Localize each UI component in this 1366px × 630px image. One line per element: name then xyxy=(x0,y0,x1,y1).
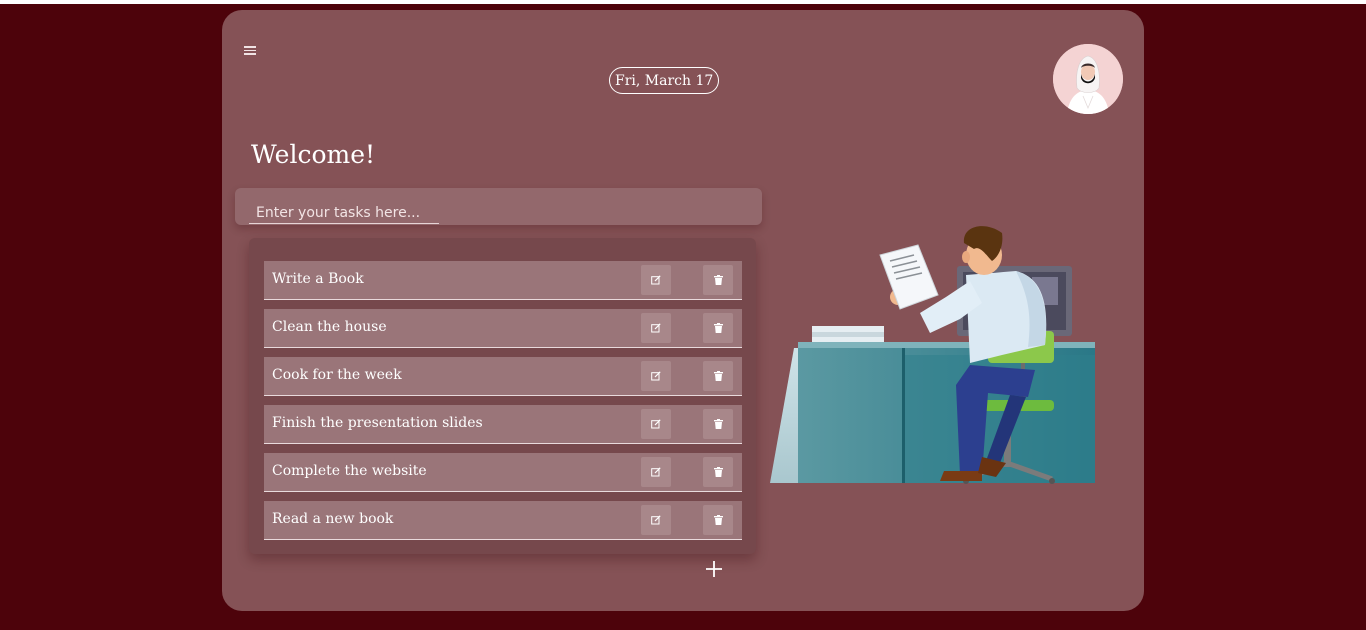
date-badge: Fri, March 17 xyxy=(609,67,720,94)
task-row: Cook for the week xyxy=(264,357,742,396)
task-list: Write a Book Clean the house Cook for th… xyxy=(249,238,756,554)
avatar[interactable] xyxy=(1053,44,1123,114)
top-strip xyxy=(0,0,1366,4)
edit-task-button[interactable] xyxy=(641,457,671,487)
task-text: Read a new book xyxy=(272,511,394,527)
task-input-bar xyxy=(235,188,762,225)
task-text: Clean the house xyxy=(272,319,387,335)
edit-icon xyxy=(651,515,661,525)
trash-icon xyxy=(713,515,723,525)
delete-task-button[interactable] xyxy=(703,505,733,535)
trash-icon xyxy=(713,323,723,333)
edit-task-button[interactable] xyxy=(641,313,671,343)
trash-icon xyxy=(713,371,723,381)
edit-icon xyxy=(651,371,661,381)
edit-task-button[interactable] xyxy=(641,409,671,439)
trash-icon xyxy=(713,467,723,477)
edit-icon xyxy=(651,323,661,333)
office-worker-illustration xyxy=(770,226,1095,484)
welcome-heading: Welcome! xyxy=(251,140,376,169)
edit-task-button[interactable] xyxy=(641,265,671,295)
task-row: Finish the presentation slides xyxy=(264,405,742,444)
delete-task-button[interactable] xyxy=(703,265,733,295)
task-input[interactable] xyxy=(249,202,439,224)
trash-icon xyxy=(713,419,723,429)
delete-task-button[interactable] xyxy=(703,409,733,439)
add-task-button[interactable] xyxy=(702,557,726,581)
task-row: Complete the website xyxy=(264,453,742,492)
task-text: Cook for the week xyxy=(272,367,402,383)
task-text: Write a Book xyxy=(272,271,364,287)
delete-task-button[interactable] xyxy=(703,457,733,487)
task-row: Read a new book xyxy=(264,501,742,540)
app-card: Fri, March 17 Welcome! Write a Book Clea… xyxy=(222,10,1144,611)
edit-task-button[interactable] xyxy=(641,505,671,535)
task-text: Finish the presentation slides xyxy=(272,415,483,431)
edit-icon xyxy=(651,419,661,429)
task-row: Clean the house xyxy=(264,309,742,348)
edit-icon xyxy=(651,467,661,477)
trash-icon xyxy=(713,275,723,285)
task-row: Write a Book xyxy=(264,261,742,300)
edit-task-button[interactable] xyxy=(641,361,671,391)
delete-task-button[interactable] xyxy=(703,313,733,343)
task-text: Complete the website xyxy=(272,463,427,479)
hamburger-menu-icon[interactable] xyxy=(244,46,256,56)
edit-icon xyxy=(651,275,661,285)
user-avatar-icon xyxy=(1053,44,1123,114)
delete-task-button[interactable] xyxy=(703,361,733,391)
plus-icon xyxy=(706,561,722,577)
